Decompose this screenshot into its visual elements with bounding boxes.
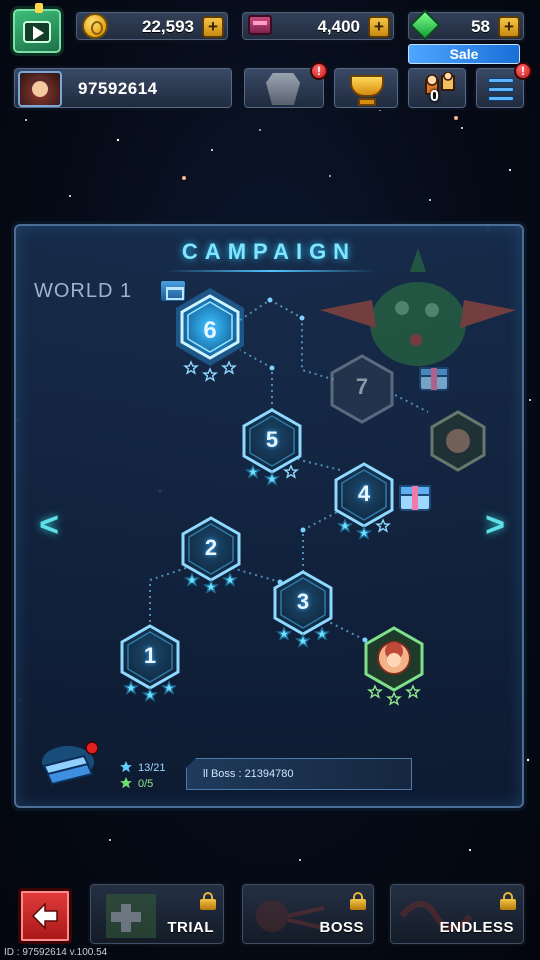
back-button[interactable] <box>18 888 72 944</box>
endless-label: ENDLESS <box>439 919 514 936</box>
trial-label: TRIAL <box>167 919 214 936</box>
boss-mode-icon <box>256 900 325 932</box>
stage-6-star-2 <box>202 367 218 382</box>
boss-label: ll Boss : 21394780 <box>203 768 294 780</box>
reward-chest-icon[interactable] <box>419 367 449 391</box>
lock-icon <box>350 892 366 910</box>
boss-mode-button[interactable]: BOSS <box>240 882 376 946</box>
lock-icon <box>500 892 516 910</box>
summary-star-icons <box>120 761 132 789</box>
stage-number-5: 5 <box>265 427 279 452</box>
version-text: ID : 97592614 v.100.54 <box>4 947 108 958</box>
enemy-stage-star-2 <box>386 691 402 706</box>
trial-mode-button[interactable]: TRIAL <box>88 882 226 946</box>
boss-ship-art <box>320 248 516 366</box>
lock-icon <box>200 892 216 910</box>
reward-chest-icon[interactable] <box>399 485 431 511</box>
stage-number-1: 1 <box>143 643 157 668</box>
stage-number-4: 4 <box>357 481 371 506</box>
enemy-stage-node[interactable] <box>364 626 424 692</box>
previous-world-arrow[interactable]: < <box>34 508 64 544</box>
next-world-arrow[interactable]: > <box>480 508 510 544</box>
boss-info-bar[interactable]: ll Boss : 21394780 <box>186 758 412 790</box>
enemy-stage-node-locked[interactable] <box>430 410 486 472</box>
stage-number-6: 6 <box>203 317 217 344</box>
campaign-map <box>120 248 516 706</box>
enemy-stage-star-3 <box>405 684 421 699</box>
boss-mode-label: BOSS <box>319 919 364 936</box>
stage-number-3: 3 <box>296 589 310 614</box>
stage-number-7: 7 <box>355 374 369 399</box>
mission-progress: 0/5 <box>138 778 154 790</box>
star-reward-chest-icon[interactable] <box>34 740 98 792</box>
star-progress: 13/21 <box>138 762 166 774</box>
back-arrow-icon <box>31 902 58 930</box>
enemy-stage-star-1 <box>367 684 383 699</box>
trial-mode-icon <box>106 894 156 938</box>
endless-mode-button[interactable]: ENDLESS <box>388 882 526 946</box>
stage-number-2: 2 <box>204 535 218 560</box>
